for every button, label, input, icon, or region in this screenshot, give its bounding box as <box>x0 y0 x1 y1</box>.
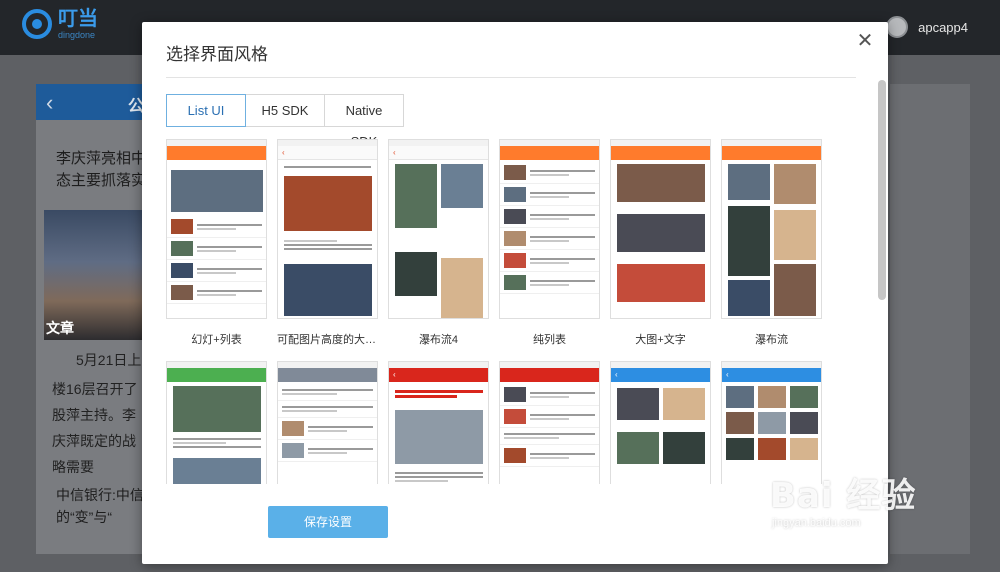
template-card[interactable]: ‹ <box>721 361 822 484</box>
template-thumbnail[interactable] <box>166 139 267 319</box>
template-label: 可配图片高度的大图+… <box>277 334 378 346</box>
template-thumbnail[interactable] <box>277 361 378 484</box>
baidu-watermark: Bai 经验 jingyan.baidu.com <box>770 468 916 529</box>
template-thumbnail[interactable]: ‹ <box>388 361 489 484</box>
template-label: 幻灯+列表 <box>191 334 242 346</box>
template-thumbnail[interactable] <box>499 361 600 484</box>
logo-subname: dingdone <box>58 30 96 40</box>
news-headline-2: 中信银行:中信的“变”与“ <box>56 487 144 525</box>
template-thumbnail[interactable]: ‹ <box>721 361 822 484</box>
save-settings-button[interactable]: 保存设置 <box>268 506 388 538</box>
news-image-label: 文章 <box>46 320 74 336</box>
template-card[interactable]: ‹ <box>610 361 711 484</box>
app-logo[interactable]: 叮当 dingdone <box>22 8 98 40</box>
logo-icon <box>22 9 52 39</box>
tab-bar: List UI H5 SDK Native SDK <box>166 94 404 149</box>
scrollbar[interactable] <box>878 80 886 300</box>
news-date: 5月21日上 <box>76 352 142 368</box>
template-card[interactable]: 纯列表 <box>499 139 600 347</box>
logo-name: 叮当 <box>58 8 98 30</box>
username: apcapp4 <box>918 19 968 35</box>
template-grid: 幻灯+列表 ‹ 可配图片高度的大图+… ‹ 瀑布流4 <box>166 139 834 484</box>
template-label: 大图+文字 <box>635 334 686 346</box>
tab-native-sdk[interactable]: Native SDK <box>324 94 404 149</box>
template-card[interactable]: ‹ <box>388 361 489 484</box>
tab-h5-sdk[interactable]: H5 SDK <box>245 94 325 127</box>
watermark-url: jingyan.baidu.com <box>772 517 861 529</box>
news-headline: 李庆萍亮相中态主要抓落实 <box>56 150 147 189</box>
avatar[interactable] <box>886 16 909 38</box>
template-thumbnail[interactable]: ‹ <box>277 139 378 319</box>
template-thumbnail[interactable] <box>499 139 600 319</box>
template-card[interactable]: ‹ 瀑布流4 <box>388 139 489 347</box>
template-card[interactable]: ‹ 可配图片高度的大图+… <box>277 139 378 347</box>
template-label: 瀑布流 <box>755 334 788 346</box>
template-thumbnail[interactable] <box>610 139 711 319</box>
back-icon[interactable]: ‹ <box>46 90 53 116</box>
template-thumbnail[interactable]: ‹ <box>610 361 711 484</box>
template-label: 纯列表 <box>533 334 566 346</box>
divider <box>166 77 856 78</box>
user-menu[interactable]: apcapp4 <box>886 16 968 38</box>
watermark-logo: Bai 经验 <box>770 476 917 516</box>
template-label: 瀑布流4 <box>418 334 459 346</box>
template-card[interactable] <box>166 361 267 484</box>
template-card[interactable]: 瀑布流 <box>721 139 822 347</box>
close-icon[interactable]: ✕ <box>854 30 876 52</box>
tab-list-ui[interactable]: List UI <box>166 94 246 127</box>
template-card[interactable]: 幻灯+列表 <box>166 139 267 347</box>
template-thumbnail[interactable] <box>166 361 267 484</box>
template-card[interactable] <box>499 361 600 484</box>
template-card[interactable] <box>277 361 378 484</box>
template-card[interactable]: 大图+文字 <box>610 139 711 347</box>
template-thumbnail[interactable]: ‹ <box>388 139 489 319</box>
news-body: 楼16层召开了股萍主持。李庆萍既定的战略需要 <box>52 381 138 475</box>
template-thumbnail[interactable] <box>721 139 822 319</box>
dialog-title: 选择界面风格 <box>166 45 268 64</box>
